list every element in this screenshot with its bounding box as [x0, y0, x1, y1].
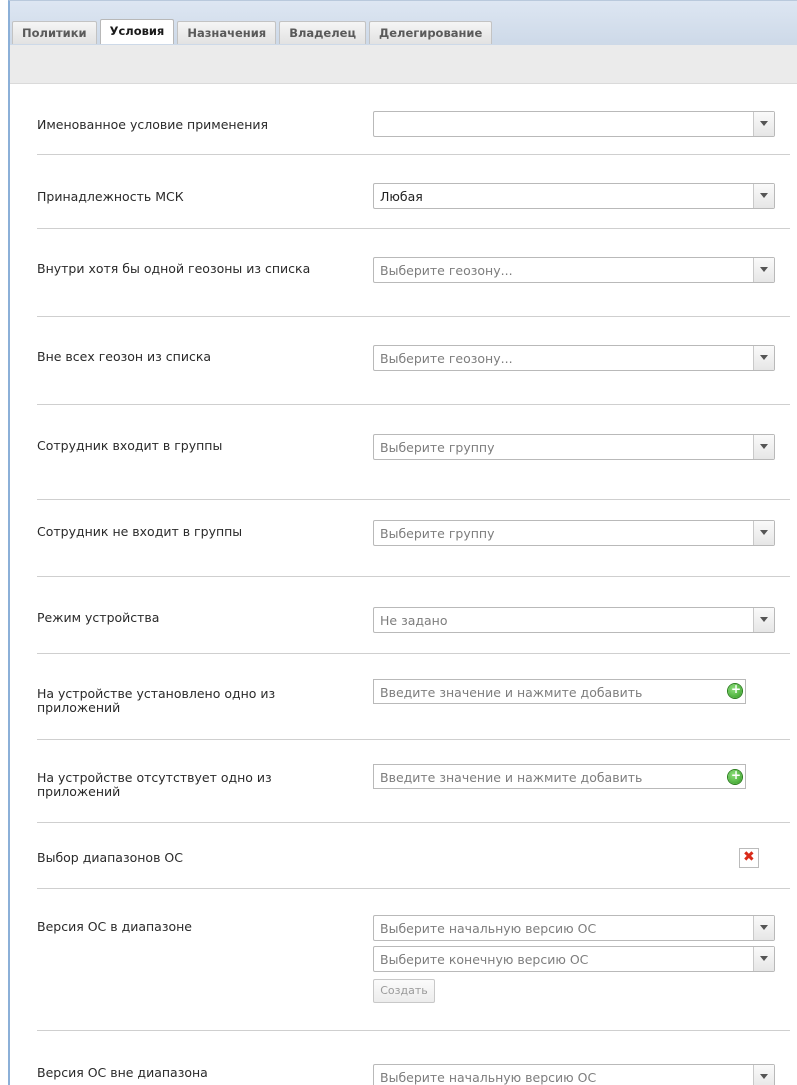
chevron-down-icon[interactable] [753, 521, 774, 545]
os-end-version-select[interactable]: Выберите конечную версию ОС [373, 946, 775, 972]
tab-assignments[interactable]: Назначения [177, 21, 277, 44]
inside-geozone-placeholder: Выберите геозону... [380, 263, 513, 278]
msk-select[interactable]: Любая [373, 183, 775, 209]
os-end-version-placeholder: Выберите конечную версию ОС [380, 952, 589, 967]
inside-geozone-select[interactable]: Выберите геозону... [373, 257, 775, 283]
os-out-range-label: Версия ОС вне диапазона [37, 1065, 208, 1080]
divider [37, 228, 790, 229]
outside-geozone-select[interactable]: Выберите геозону... [373, 345, 775, 371]
create-button[interactable]: Создать [373, 979, 435, 1003]
add-circle-icon[interactable] [728, 768, 742, 784]
chevron-down-icon[interactable] [753, 1065, 774, 1085]
divider [37, 888, 790, 889]
app-installed-label: На устройстве установлено одно из прилож… [37, 686, 276, 715]
chevron-down-icon[interactable] [753, 608, 774, 632]
app-missing-input[interactable]: Введите значение и нажмите добавить [373, 764, 746, 789]
named-condition-label: Именованное условие применения [37, 117, 269, 132]
os-start-version-select[interactable]: Выберите начальную версию ОС [373, 915, 775, 941]
chevron-down-icon[interactable] [753, 346, 774, 370]
chevron-down-icon[interactable] [753, 435, 774, 459]
chevron-down-icon[interactable] [753, 112, 774, 136]
chevron-down-icon[interactable] [753, 258, 774, 282]
divider [37, 653, 790, 654]
divider [37, 404, 790, 405]
tab-owner[interactable]: Владелец [279, 21, 366, 44]
add-circle-icon[interactable] [728, 682, 742, 698]
divider [37, 822, 790, 823]
divider [37, 499, 790, 500]
not-in-groups-select[interactable]: Выберите группу [373, 520, 775, 546]
app-missing-placeholder: Введите значение и нажмите добавить [380, 770, 643, 785]
chevron-down-icon[interactable] [753, 184, 774, 208]
os-out-range-start-placeholder: Выберите начальную версию ОС [380, 1070, 597, 1085]
os-in-range-label: Версия ОС в диапазоне [37, 919, 192, 934]
delete-x-icon[interactable] [739, 848, 759, 868]
named-condition-select[interactable] [373, 111, 775, 137]
app-installed-placeholder: Введите значение и нажмите добавить [380, 685, 643, 700]
tab-conditions[interactable]: Условия [99, 19, 175, 44]
divider [37, 739, 790, 740]
device-mode-label: Режим устройства [37, 610, 160, 625]
outside-geozone-placeholder: Выберите геозону... [380, 351, 513, 366]
app-missing-label: На устройстве отсутствует одно из прилож… [37, 770, 272, 799]
os-ranges-label: Выбор диапазонов ОС [37, 850, 183, 865]
in-groups-select[interactable]: Выберите группу [373, 434, 775, 460]
msk-value: Любая [380, 189, 423, 204]
device-mode-value: Не задано [380, 613, 448, 628]
chevron-down-icon[interactable] [753, 916, 774, 940]
msk-label: Принадлежность МСК [37, 189, 184, 204]
outside-geozone-label: Вне всех геозон из списка [37, 349, 212, 364]
tab-policies[interactable]: Политики [12, 21, 97, 44]
inside-geozone-label: Внутри хотя бы одной геозоны из списка [37, 261, 311, 276]
app-installed-input[interactable]: Введите значение и нажмите добавить [373, 679, 746, 704]
os-start-version-placeholder: Выберите начальную версию ОС [380, 921, 597, 936]
divider [37, 576, 790, 577]
device-mode-select[interactable]: Не задано [373, 607, 775, 633]
divider [37, 316, 790, 317]
in-groups-label: Сотрудник входит в группы [37, 438, 223, 453]
not-in-groups-placeholder: Выберите группу [380, 526, 495, 541]
divider [37, 154, 790, 155]
toolbar-strip [10, 45, 797, 84]
divider [37, 1030, 790, 1031]
os-out-range-start-select[interactable]: Выберите начальную версию ОС [373, 1064, 775, 1085]
not-in-groups-label: Сотрудник не входит в группы [37, 524, 243, 539]
policy-editor-panel: Политики Условия Назначения Владелец Дел… [8, 0, 797, 1085]
tab-delegation[interactable]: Делегирование [368, 21, 493, 44]
chevron-down-icon[interactable] [753, 947, 774, 971]
tab-bar: Политики Условия Назначения Владелец Дел… [10, 1, 797, 46]
in-groups-placeholder: Выберите группу [380, 440, 495, 455]
